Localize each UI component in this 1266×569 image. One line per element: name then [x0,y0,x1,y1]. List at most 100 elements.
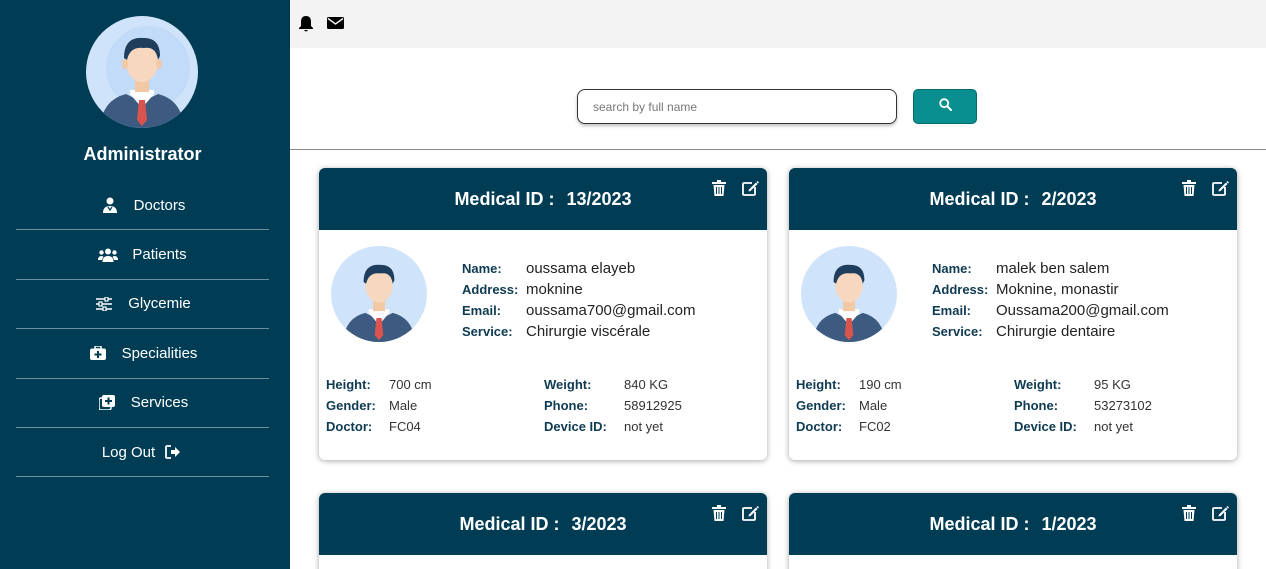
envelope-icon[interactable] [327,16,345,34]
address-value: Moknine, monastir [996,281,1119,298]
medical-id-label: Medical ID : [459,514,560,534]
name-value: malek ben salem [996,260,1110,277]
height-value: 700 cm [389,377,432,392]
doctor-value: FC02 [859,419,891,434]
medical-id-value: 2/2023 [1041,189,1097,209]
edit-icon[interactable] [742,180,759,197]
weight-value: 840 KG [624,377,669,392]
trash-icon[interactable] [712,180,728,197]
email-value: oussama700@gmail.com [526,302,696,319]
sidebar-item-label: Doctors [133,196,186,214]
medical-id-value: 3/2023 [571,514,627,534]
email-value: Oussama200@gmail.com [996,302,1169,319]
sidebar-item-glycemie[interactable]: Glycemie [16,280,269,330]
trash-icon[interactable] [1182,505,1198,522]
patient-avatar [801,246,897,342]
patient-card: Medical ID : 13/2023 Name: oussama elayeb… [319,168,767,460]
gender-value: Male [389,398,418,413]
trash-icon[interactable] [712,505,728,522]
medical-id-title: Medical ID : 3/2023 [319,514,767,535]
users-icon [98,247,119,263]
card-header: Medical ID : 1/2023 [789,493,1237,555]
gender-label: Gender: [796,398,846,413]
edit-icon[interactable] [1212,180,1229,197]
sidebar-item-services[interactable]: Services [16,379,269,428]
patient-info: Name: malek ben salem Address: Moknine, mo… [932,258,1169,342]
sidebar-item-doctors[interactable]: Doctors [16,181,269,231]
card-body: Name: malek ben salem Address: Moknine, mo… [789,230,1237,460]
patient-avatar [331,246,427,342]
patient-card: Medical ID : 3/2023 [319,493,767,569]
card-body: Name: oussama elayeb Address: moknine Emai… [319,230,767,460]
phone-label: Phone: [544,398,589,413]
gender-label: Gender: [326,398,376,413]
address-value: moknine [526,281,583,298]
sidebar-item-label: Services [130,394,189,412]
device-value: not yet [624,419,664,434]
service-label: Service: [462,324,513,339]
sidebar-nav: Doctors Patients Glycemie Specialities S… [16,181,269,478]
service-label: Service: [932,324,983,339]
phone-label: Phone: [1014,398,1059,413]
patient-card: Medical ID : 2/2023 Name: malek ben salem… [789,168,1237,460]
admin-role-title: Administrator [83,144,202,164]
bell-icon[interactable] [298,15,316,33]
logout-icon [163,444,183,460]
address-label: Address: [462,282,519,297]
sidebar-item-label: Patients [132,246,187,264]
square-plus-icon [97,395,117,411]
top-bar [290,0,1266,48]
patient-card: Medical ID : 1/2023 [789,493,1237,569]
sidebar-item-label: Specialities [121,344,198,362]
service-value: Chirurgie viscérale [526,323,651,340]
phone-value: 58912925 [624,398,682,413]
phone-value: 53273102 [1094,398,1152,413]
sidebar-item-label: Glycemie [128,295,191,313]
trash-icon[interactable] [1182,180,1198,197]
height-value: 190 cm [859,377,902,392]
address-label: Address: [932,282,989,297]
medical-id-title: Medical ID : 2/2023 [789,189,1237,210]
email-label: Email: [932,303,972,318]
name-label: Name: [462,261,502,276]
weight-label: Weight: [1014,377,1062,392]
gender-value: Male [859,398,888,413]
medkit-icon [88,345,108,361]
user-doctor-icon [100,197,120,214]
weight-label: Weight: [544,377,592,392]
card-header: Medical ID : 2/2023 [789,168,1237,230]
medical-id-value: 13/2023 [566,189,632,209]
email-label: Email: [462,303,502,318]
edit-icon[interactable] [742,505,759,522]
search-button[interactable] [913,89,977,124]
medical-id-label: Medical ID : [454,189,555,209]
medical-id-label: Medical ID : [929,189,1030,209]
divider [290,149,1266,150]
logout-label: Log Out [101,443,156,461]
service-value: Chirurgie dentaire [996,323,1116,340]
logout-button[interactable]: Log Out [16,428,269,478]
medical-id-title: Medical ID : 1/2023 [789,514,1237,535]
sidebar-item-patients[interactable]: Patients [16,230,269,280]
device-label: Device ID: [544,419,607,434]
device-label: Device ID: [1014,419,1077,434]
admin-avatar [86,16,198,128]
height-label: Height: [326,377,371,392]
medical-id-title: Medical ID : 13/2023 [319,189,767,210]
card-header: Medical ID : 3/2023 [319,493,767,555]
doctor-value: FC04 [389,419,421,434]
doctor-label: Doctor: [326,419,373,434]
edit-icon[interactable] [1212,505,1229,522]
name-value: oussama elayeb [526,260,636,277]
card-header: Medical ID : 13/2023 [319,168,767,230]
doctor-label: Doctor: [796,419,843,434]
sidebar: Administrator Doctors Patients Glycemie … [0,0,290,569]
height-label: Height: [796,377,841,392]
sidebar-item-specialities[interactable]: Specialities [16,329,269,379]
medical-id-value: 1/2023 [1041,514,1097,534]
device-value: not yet [1094,419,1134,434]
sliders-icon [94,296,114,312]
name-label: Name: [932,261,972,276]
medical-id-label: Medical ID : [929,514,1030,534]
search-input[interactable] [577,89,897,124]
